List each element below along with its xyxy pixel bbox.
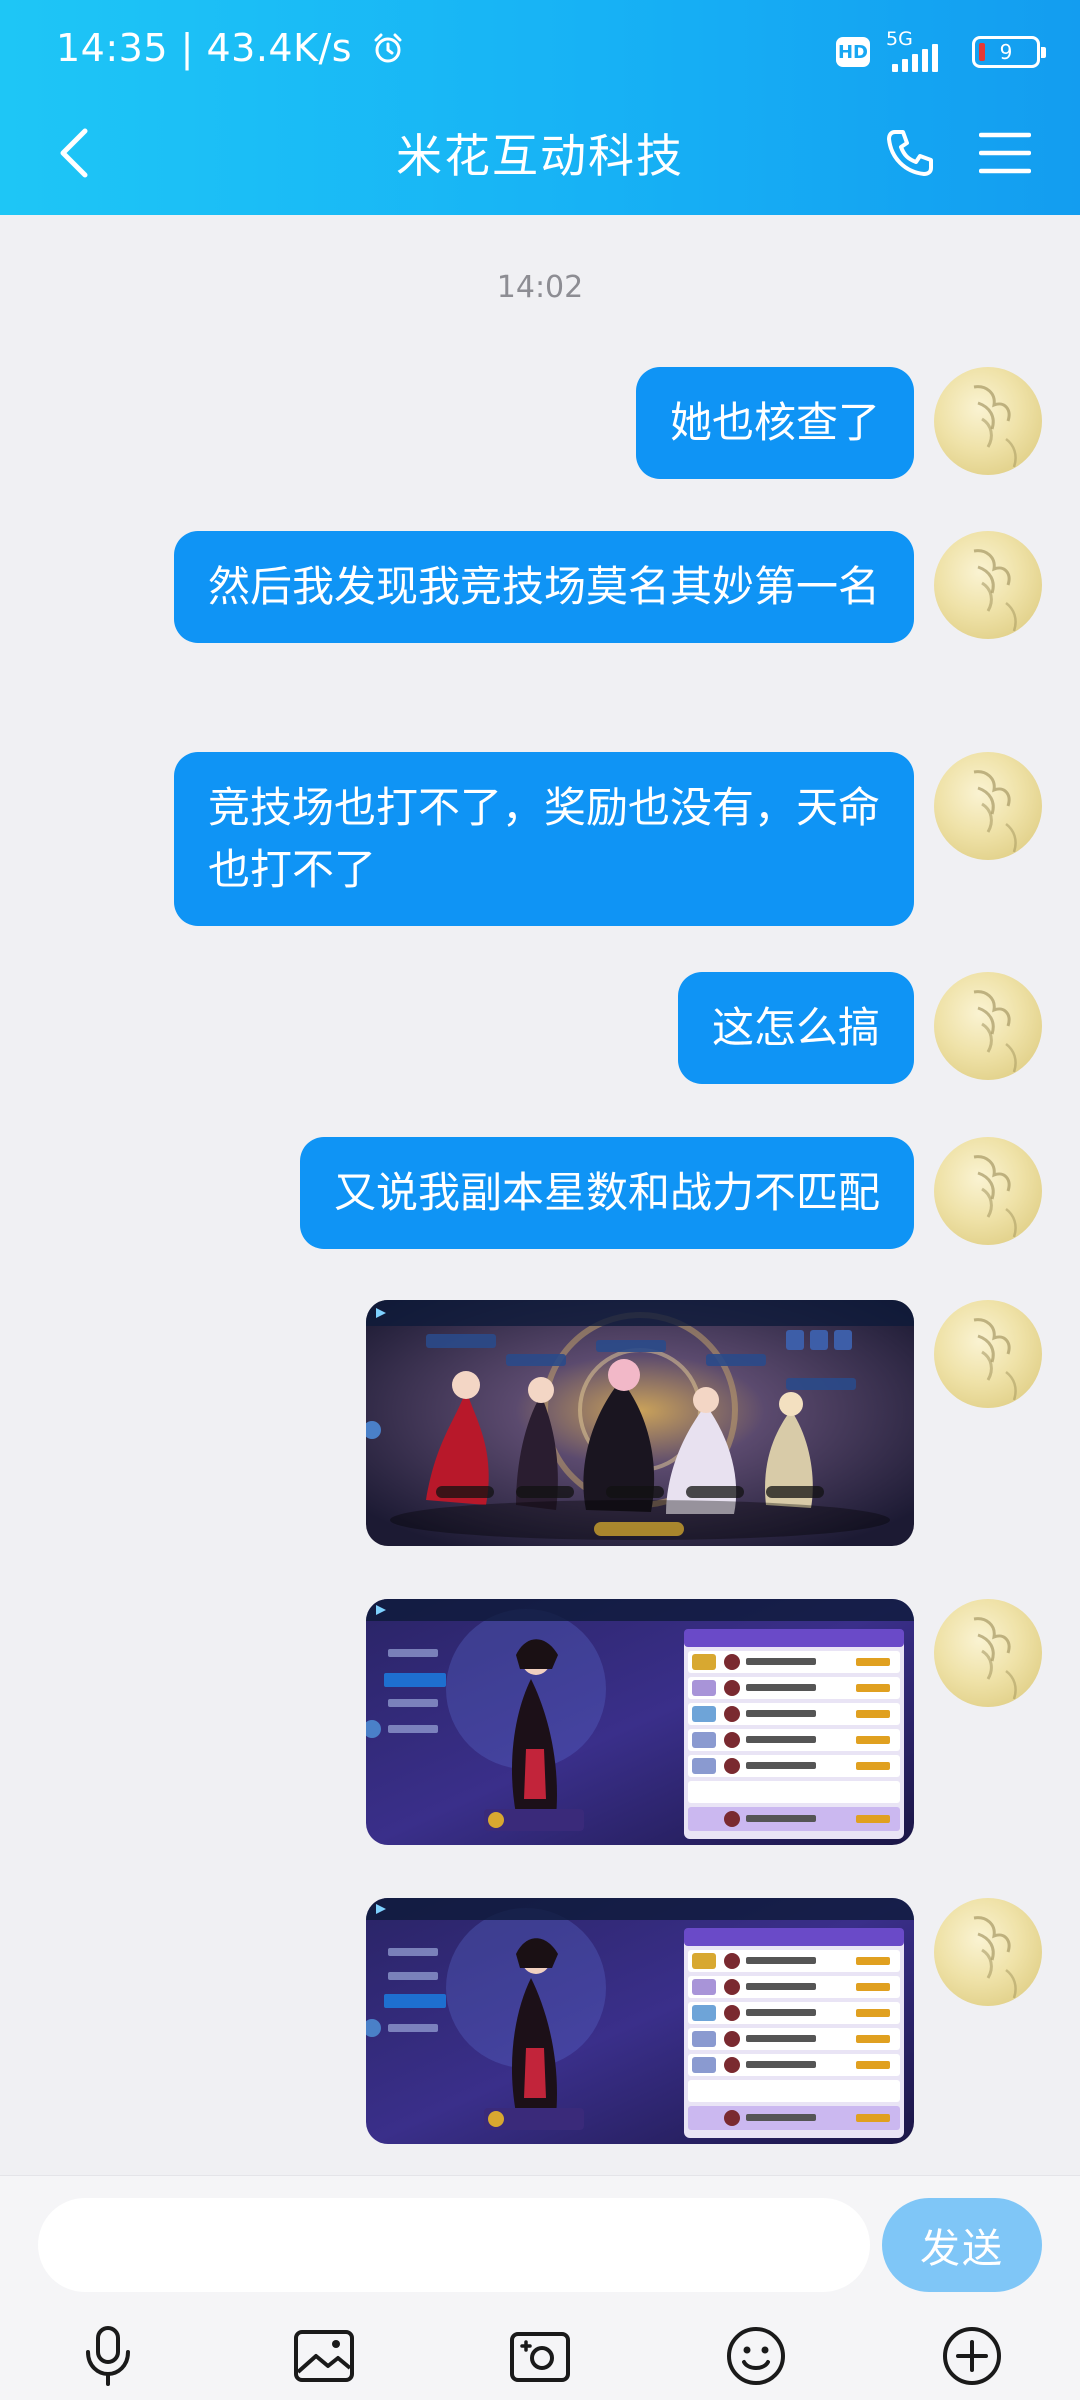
- avatar[interactable]: [934, 531, 1042, 639]
- menu-icon: [979, 132, 1031, 174]
- photo-button[interactable]: [284, 2316, 364, 2396]
- message-bubble[interactable]: 她也核查了: [635, 367, 914, 479]
- message-input[interactable]: [38, 2198, 870, 2292]
- more-button[interactable]: [932, 2316, 1012, 2396]
- avatar-image: [973, 1617, 1017, 1700]
- avatar[interactable]: [934, 1898, 1042, 2006]
- message-text: 这怎么搞: [711, 1003, 880, 1052]
- plus-circle-icon: [943, 2327, 1001, 2385]
- status-time-text: 14:35 | 43.4K/s: [56, 26, 353, 70]
- status-bar: 14:35 | 43.4K/s HD 5G 9: [0, 0, 1080, 100]
- signal-icon: 5G: [886, 28, 956, 72]
- message-bubble[interactable]: 又说我副本星数和战力不匹配: [299, 1137, 914, 1249]
- chat-header: 14:35 | 43.4K/s HD 5G 9 米花互动科技: [0, 0, 1080, 215]
- message-bubble[interactable]: 竞技场也打不了，奖励也没有，天命也打不了: [174, 752, 914, 926]
- input-area: 发送: [0, 2175, 1080, 2400]
- phone-icon: [887, 130, 933, 176]
- battery-icon: 9: [972, 36, 1046, 68]
- image-message[interactable]: [366, 1599, 914, 1845]
- avatar-image: [973, 1318, 1017, 1401]
- menu-button[interactable]: [970, 118, 1040, 188]
- image-message[interactable]: [366, 1898, 914, 2144]
- avatar[interactable]: [934, 1300, 1042, 1408]
- hd-badge: HD: [836, 37, 870, 67]
- message-text: 然后我发现我竞技场莫名其妙第一名: [208, 562, 881, 611]
- status-time: 14:35 | 43.4K/s: [56, 26, 405, 70]
- emoji-button[interactable]: [716, 2316, 796, 2396]
- image-message[interactable]: [366, 1300, 914, 1546]
- microphone-icon: [86, 2326, 130, 2386]
- camera-icon: [510, 2332, 570, 2382]
- voice-button[interactable]: [68, 2316, 148, 2396]
- message-bubble[interactable]: 这怎么搞: [677, 972, 914, 1084]
- avatar-image: [973, 549, 1017, 632]
- message-list[interactable]: 14:02 她也核查了 然后我发现我竞技场莫名其妙第一名 竞技场也打不了，奖励也…: [0, 215, 1080, 2175]
- avatar-image: [973, 1916, 1017, 1999]
- avatar[interactable]: [934, 752, 1042, 860]
- game-ranking-screenshot: [366, 1599, 914, 1845]
- message-bubble[interactable]: 然后我发现我竞技场莫名其妙第一名: [174, 531, 914, 643]
- avatar-image: [973, 385, 1017, 468]
- camera-button[interactable]: [500, 2316, 580, 2396]
- smiley-icon: [727, 2327, 785, 2385]
- input-toolbar: [0, 2316, 1080, 2396]
- battery-level: 9: [999, 40, 1013, 64]
- avatar-image: [973, 1155, 1017, 1238]
- alarm-icon: [374, 33, 402, 63]
- avatar-image: [973, 990, 1017, 1073]
- image-icon: [294, 2330, 354, 2382]
- message-text: 又说我副本星数和战力不匹配: [333, 1168, 880, 1217]
- status-indicators: HD 5G 9: [836, 28, 1046, 76]
- avatar[interactable]: [934, 972, 1042, 1080]
- game-ranking-screenshot: [366, 1898, 914, 2144]
- message-timestamp: 14:02: [496, 270, 584, 305]
- back-button[interactable]: [40, 118, 110, 188]
- message-text: 竞技场也打不了，奖励也没有，天命也打不了: [208, 783, 881, 894]
- nav-bar: 米花互动科技: [0, 100, 1080, 215]
- avatar[interactable]: [934, 367, 1042, 475]
- send-button[interactable]: 发送: [882, 2198, 1042, 2292]
- avatar[interactable]: [934, 1599, 1042, 1707]
- chevron-left-icon: [60, 128, 88, 178]
- message-text: 她也核查了: [669, 398, 880, 447]
- game-arena-screenshot: [366, 1300, 914, 1546]
- call-button[interactable]: [875, 118, 945, 188]
- avatar[interactable]: [934, 1137, 1042, 1245]
- avatar-image: [973, 770, 1017, 853]
